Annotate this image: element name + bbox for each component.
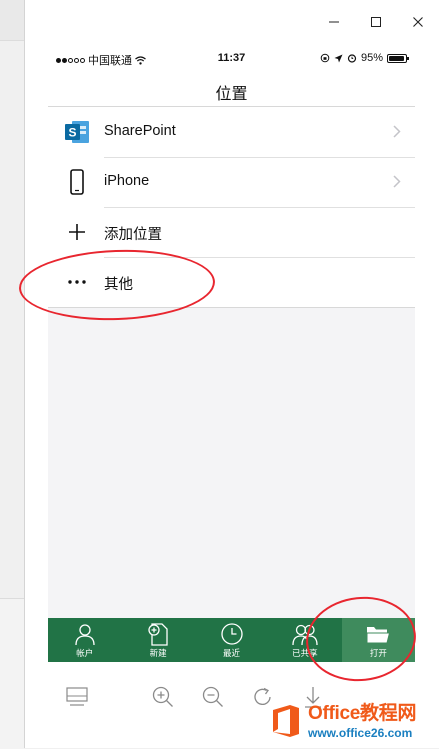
shared-users-icon xyxy=(292,624,318,646)
navigation-bar: 位置 xyxy=(48,74,415,107)
zoom-out-button[interactable] xyxy=(198,682,228,712)
device-frame-button[interactable] xyxy=(62,682,92,712)
page-title: 位置 xyxy=(215,86,248,103)
tab-label: 帐户 xyxy=(76,648,94,658)
window-controls xyxy=(313,0,439,44)
alarm-icon xyxy=(347,54,357,63)
new-document-icon xyxy=(148,623,168,646)
tab-open[interactable]: 打开 xyxy=(341,618,415,662)
battery-icon xyxy=(387,53,409,63)
watermark: Office教程网 www.office26.com xyxy=(270,698,435,744)
location-label: iPhone xyxy=(104,173,150,189)
tab-bar: 帐户 新建 最近 已共享 打开 xyxy=(48,618,415,662)
close-icon xyxy=(413,17,423,27)
status-bar: 中国联通 11:37 95% xyxy=(48,44,415,74)
tab-label: 打开 xyxy=(369,648,387,658)
watermark-url: www.office26.com xyxy=(308,725,413,740)
more-icon xyxy=(63,268,91,296)
chevron-right-icon xyxy=(393,125,401,138)
location-arrow-icon xyxy=(334,54,343,62)
minimize-button[interactable] xyxy=(313,0,355,44)
orientation-lock-icon xyxy=(320,53,330,63)
location-item-other[interactable]: 其他 xyxy=(48,257,415,307)
phone-screen: 中国联通 11:37 95% 位置 S SharePoint iPhone 添加… xyxy=(48,44,415,662)
zoom-in-icon xyxy=(152,686,173,707)
background-panel xyxy=(0,598,24,749)
minimize-icon xyxy=(329,21,339,23)
tab-shared[interactable]: 已共享 xyxy=(268,618,341,662)
phone-icon xyxy=(63,168,91,196)
maximize-icon xyxy=(371,17,381,27)
battery-percentage: 95% xyxy=(360,52,383,64)
tab-recent[interactable]: 最近 xyxy=(195,618,268,662)
plus-icon xyxy=(63,218,91,246)
sharepoint-icon: S xyxy=(63,118,91,146)
tab-account[interactable]: 帐户 xyxy=(48,618,121,662)
location-label: 添加位置 xyxy=(104,227,162,243)
location-item-add-location[interactable]: 添加位置 xyxy=(48,207,415,257)
tab-label: 已共享 xyxy=(292,648,318,658)
account-icon xyxy=(75,624,95,646)
watermark-title: Office教程网 xyxy=(308,702,417,724)
close-button[interactable] xyxy=(397,0,439,44)
simulator-window: 中国联通 11:37 95% 位置 S SharePoint iPhone 添加… xyxy=(24,0,439,748)
location-item-sharepoint[interactable]: S SharePoint xyxy=(48,107,415,157)
tab-label: 新建 xyxy=(149,648,167,658)
zoom-out-icon xyxy=(202,686,223,707)
maximize-button[interactable] xyxy=(355,0,397,44)
tab-label: 最近 xyxy=(223,648,241,658)
location-label: 其他 xyxy=(104,277,133,293)
tab-new[interactable]: 新建 xyxy=(121,618,194,662)
location-item-iphone[interactable]: iPhone xyxy=(48,157,415,207)
svg-text:S: S xyxy=(68,126,76,140)
office-logo-icon xyxy=(270,704,302,738)
clock-icon xyxy=(220,623,243,645)
device-frame-icon xyxy=(66,687,88,706)
zoom-in-button[interactable] xyxy=(148,682,178,712)
location-list: S SharePoint iPhone 添加位置 其他 xyxy=(48,107,415,308)
location-label: SharePoint xyxy=(104,123,176,139)
folder-icon xyxy=(366,627,391,644)
chevron-right-icon xyxy=(393,175,401,188)
background-panel xyxy=(0,0,24,41)
